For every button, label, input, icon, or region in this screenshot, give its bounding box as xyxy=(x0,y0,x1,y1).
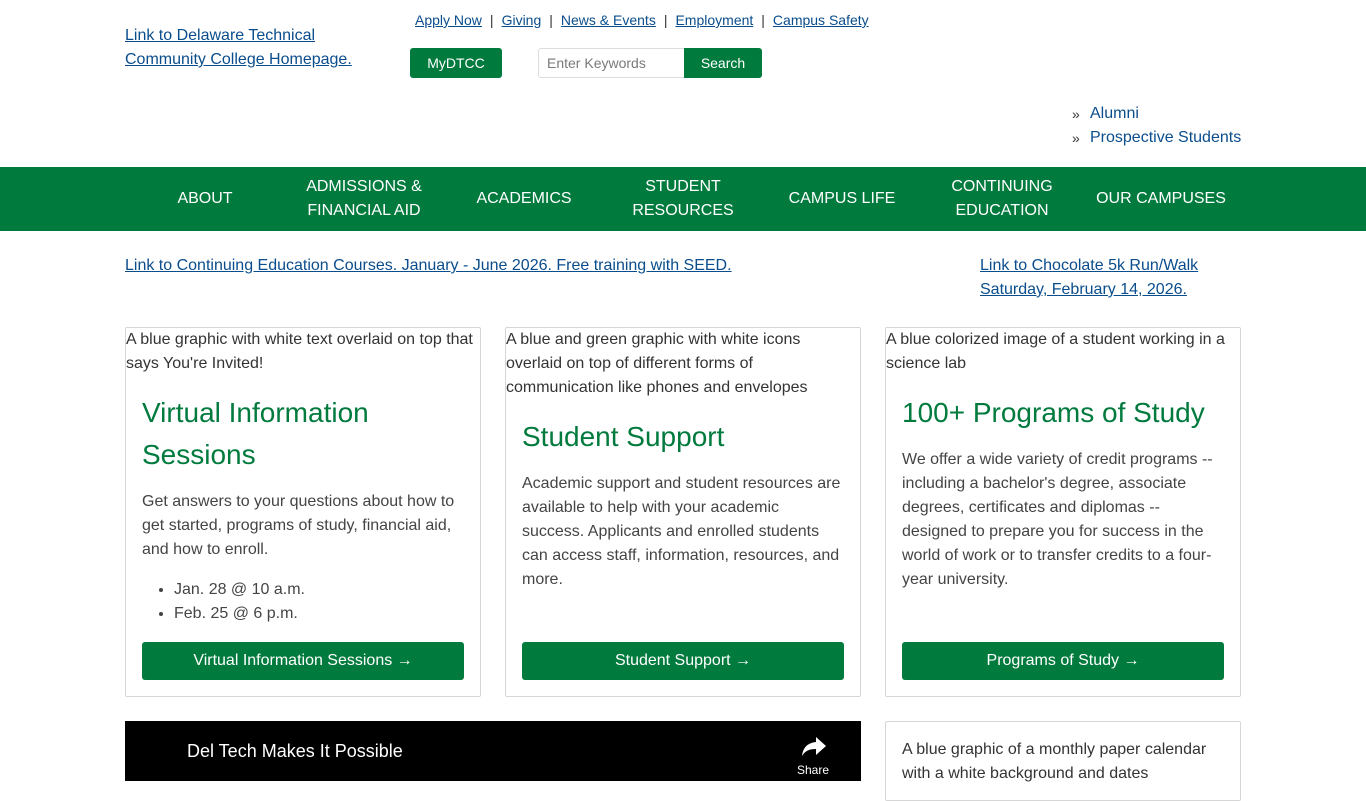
employment-link[interactable]: Employment xyxy=(675,10,753,30)
nav-our-campuses[interactable]: Our Campuses xyxy=(1081,167,1241,231)
nav-about[interactable]: About xyxy=(125,167,285,231)
nav-continuing-education[interactable]: Continuing Education xyxy=(922,167,1082,231)
session-date-list: Jan. 28 @ 10 a.m. Feb. 25 @ 6 p.m. xyxy=(142,578,464,626)
list-item: Jan. 28 @ 10 a.m. xyxy=(174,578,464,602)
card-text: Get answers to your questions about how … xyxy=(142,493,455,558)
card-student-support: A blue and green graphic with white icon… xyxy=(505,327,861,697)
search-button[interactable]: Search xyxy=(684,48,762,78)
quick-link-alumni: » Alumni xyxy=(1072,102,1241,126)
search-input[interactable] xyxy=(538,48,684,78)
video-title: Del Tech Makes It Possible xyxy=(187,741,403,761)
continuing-education-banner-link[interactable]: Link to Continuing Education Courses. Ja… xyxy=(125,254,732,278)
nav-student-resources[interactable]: Student Resources xyxy=(603,167,763,231)
nav-campus-life[interactable]: Campus Life xyxy=(762,167,922,231)
card-image: A blue colorized image of a student work… xyxy=(886,331,1225,372)
campus-safety-link[interactable]: Campus Safety xyxy=(773,10,869,30)
utility-nav: Apply Now | Giving | News & Events | Emp… xyxy=(415,10,869,30)
card-title: Virtual Information Sessions xyxy=(142,397,369,470)
student-support-button[interactable]: Student Support → xyxy=(522,642,844,680)
utility-separator: | xyxy=(761,12,765,28)
card-programs-of-study: A blue colorized image of a student work… xyxy=(885,327,1241,697)
video-player[interactable]: Del Tech Makes It Possible Share xyxy=(125,721,861,781)
programs-of-study-button[interactable]: Programs of Study → xyxy=(902,642,1224,680)
main-navigation: About Admissions & Financial Aid Academi… xyxy=(0,167,1366,231)
card-title: 100+ Programs of Study xyxy=(902,397,1205,428)
share-label: Share xyxy=(797,763,830,777)
card-text: Academic support and student resources a… xyxy=(522,475,841,588)
prospective-students-link[interactable]: Prospective Students xyxy=(1090,126,1241,150)
nav-academics[interactable]: Academics xyxy=(444,167,604,231)
card-image: A blue graphic of a monthly paper calend… xyxy=(902,741,1207,782)
card-image: A blue and green graphic with white icon… xyxy=(506,331,808,396)
utility-separator: | xyxy=(489,12,494,28)
quick-links: » Alumni » Prospective Students xyxy=(1072,102,1241,150)
quick-link-prospective: » Prospective Students xyxy=(1072,126,1241,150)
card-title: Student Support xyxy=(522,421,725,452)
share-icon[interactable] xyxy=(801,735,827,757)
card-virtual-info-sessions: A blue graphic with white text overlaid … xyxy=(125,327,481,697)
card-image: A blue graphic with white text overlaid … xyxy=(126,331,473,372)
list-item: Feb. 25 @ 6 p.m. xyxy=(174,602,464,626)
apply-now-link[interactable]: Apply Now xyxy=(415,10,482,30)
nav-admissions[interactable]: Admissions & Financial Aid xyxy=(284,167,444,231)
double-chevron-icon: » xyxy=(1072,130,1080,146)
virtual-info-sessions-button[interactable]: Virtual Information Sessions → xyxy=(142,642,464,680)
news-events-link[interactable]: News & Events xyxy=(561,10,656,30)
alumni-link[interactable]: Alumni xyxy=(1090,102,1139,126)
card-calendar: A blue graphic of a monthly paper calend… xyxy=(885,721,1241,801)
chocolate-5k-banner-link[interactable]: Link to Chocolate 5k Run/Walk Saturday, … xyxy=(980,254,1230,302)
double-chevron-icon: » xyxy=(1072,106,1080,122)
card-text: We offer a wide variety of credit progra… xyxy=(902,451,1213,588)
utility-separator: | xyxy=(663,12,668,28)
college-logo-link[interactable]: Link to Delaware Technical Community Col… xyxy=(125,24,375,72)
utility-separator: | xyxy=(549,12,553,28)
mydtcc-button[interactable]: MyDTCC xyxy=(410,48,502,78)
giving-link[interactable]: Giving xyxy=(502,10,542,30)
